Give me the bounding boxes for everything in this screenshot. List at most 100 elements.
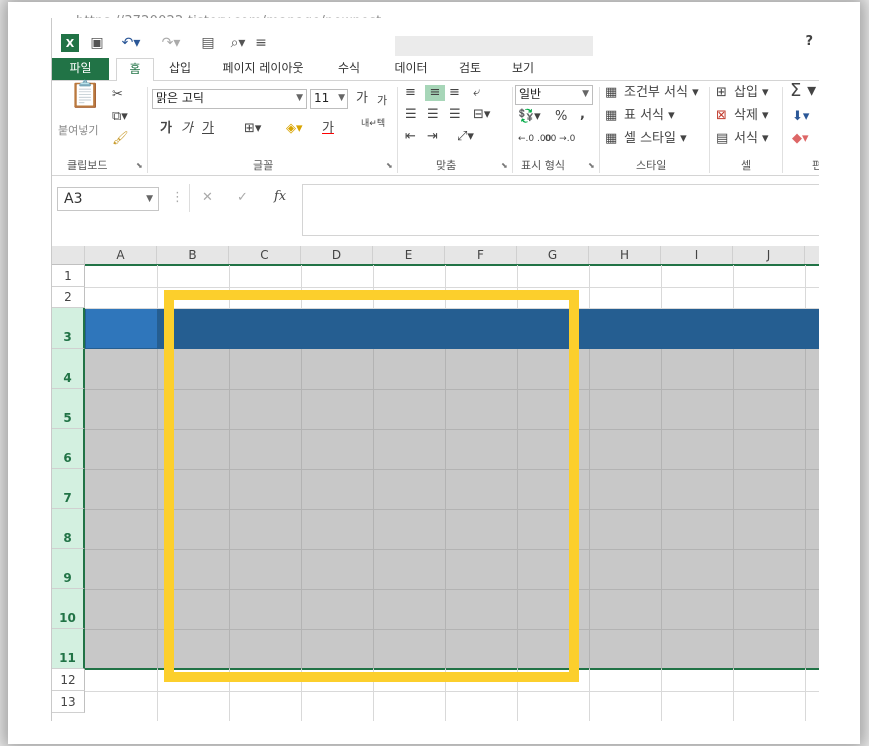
align-bottom-icon[interactable]: ≡ xyxy=(449,85,460,101)
percent-icon[interactable]: % xyxy=(555,109,567,125)
undo-icon[interactable]: ↶▾ xyxy=(118,34,144,52)
grid-line xyxy=(85,509,819,510)
help-button[interactable]: ? xyxy=(805,34,813,49)
format-cells-button[interactable]: 서식 ▾ xyxy=(734,131,769,147)
row-header-6[interactable]: 6 xyxy=(52,429,85,469)
insert-cells-button[interactable]: 삽입 ▾ xyxy=(734,85,769,101)
column-header-a[interactable]: A xyxy=(85,246,157,265)
tab-file[interactable]: 파일 xyxy=(52,58,109,80)
select-all-corner[interactable] xyxy=(52,246,85,265)
align-left-icon[interactable]: ☰ xyxy=(405,107,417,123)
row-header-3[interactable]: 3 xyxy=(52,308,85,349)
tab-home[interactable]: 홈 xyxy=(116,58,154,82)
tab-review[interactable]: 검토 xyxy=(453,58,487,80)
paste-button[interactable]: 붙여넣기 xyxy=(58,123,98,139)
font-launcher-icon[interactable]: ⬊ xyxy=(386,161,393,170)
grow-font-icon[interactable]: 가 xyxy=(356,91,368,107)
column-header-f[interactable]: F xyxy=(445,246,517,265)
column-header-b[interactable]: B xyxy=(157,246,229,265)
row-header-4[interactable]: 4 xyxy=(52,349,85,389)
column-header-h[interactable]: H xyxy=(589,246,661,265)
italic-icon[interactable]: 가 xyxy=(181,121,193,137)
merge-center-icon[interactable]: ⊟▾ xyxy=(473,107,490,123)
comma-icon[interactable]: , xyxy=(580,107,585,123)
name-box[interactable]: A3 ▼ xyxy=(57,187,159,211)
increase-indent-icon[interactable]: ⇥ xyxy=(427,129,438,145)
fill-icon[interactable]: ⬇▾ xyxy=(792,109,809,125)
column-header-e[interactable]: E xyxy=(373,246,445,265)
header-row-fill[interactable] xyxy=(85,308,819,349)
tab-insert[interactable]: 삽입 xyxy=(163,58,197,80)
row-header-11[interactable]: 11 xyxy=(52,629,85,669)
paste-icon[interactable]: 📋 xyxy=(69,82,101,108)
column-header-j[interactable]: J xyxy=(733,246,805,265)
copy-icon[interactable]: ⧉▾ xyxy=(112,109,128,125)
number-launcher-icon[interactable]: ⬊ xyxy=(588,161,595,170)
cell-style-button[interactable]: 셀 스타일 ▾ xyxy=(624,131,687,147)
insert-cells-icon[interactable]: ⊞ xyxy=(716,85,727,101)
conditional-format-icon[interactable]: ▦ xyxy=(605,85,617,101)
number-format-box[interactable]: 일반 ▼ xyxy=(515,85,593,105)
clear-icon[interactable]: ◆▾ xyxy=(792,131,809,147)
accounting-format-icon[interactable]: 💱▾ xyxy=(518,109,541,125)
decrease-decimal-icon[interactable]: .00 →.0 xyxy=(542,131,575,147)
orientation-icon[interactable]: ⤢▾ xyxy=(457,129,474,145)
font-size-box[interactable]: 11 ▼ xyxy=(310,89,348,109)
font-name-box[interactable]: 맑은 고딕 ▼ xyxy=(152,89,307,109)
column-header-g[interactable]: G xyxy=(517,246,589,265)
redo-icon[interactable]: ↷▾ xyxy=(158,34,184,52)
borders-icon[interactable]: ⊞▾ xyxy=(244,121,261,137)
cell-style-icon[interactable]: ▦ xyxy=(605,131,617,147)
customize-qa-icon[interactable]: ≡ xyxy=(255,34,267,52)
row-header-10[interactable]: 10 xyxy=(52,589,85,629)
format-cells-icon[interactable]: ▤ xyxy=(716,131,728,147)
active-cell-a3[interactable] xyxy=(86,309,157,348)
tab-data[interactable]: 데이터 xyxy=(388,58,434,80)
cut-icon[interactable]: ✂ xyxy=(112,87,123,103)
decrease-indent-icon[interactable]: ⇤ xyxy=(405,129,416,145)
row-header-7[interactable]: 7 xyxy=(52,469,85,509)
wrap-text-icon[interactable]: ⤶ xyxy=(473,85,480,101)
row-header-2[interactable]: 2 xyxy=(52,287,85,308)
row-header-12[interactable]: 12 xyxy=(52,669,85,691)
conditional-format-button[interactable]: 조건부 서식 ▾ xyxy=(624,85,699,101)
tab-page-layout[interactable]: 페이지 레이아웃 xyxy=(215,58,311,80)
table-format-button[interactable]: 표 서식 ▾ xyxy=(624,108,675,124)
row-header-13[interactable]: 13 xyxy=(52,691,85,713)
clipboard-launcher-icon[interactable]: ⬊ xyxy=(136,161,143,170)
insert-function-icon[interactable]: fx xyxy=(274,189,286,205)
row-header-1[interactable]: 1 xyxy=(52,265,85,287)
column-header-c[interactable]: C xyxy=(229,246,301,265)
camera-icon[interactable]: ▤ xyxy=(199,34,217,52)
tab-formulas[interactable]: 수식 xyxy=(332,58,366,80)
tab-view[interactable]: 보기 xyxy=(506,58,540,80)
row-header-5[interactable]: 5 xyxy=(52,389,85,429)
row-header-9[interactable]: 9 xyxy=(52,549,85,589)
underline-icon[interactable]: 가 xyxy=(202,121,214,137)
formula-input[interactable] xyxy=(302,184,819,236)
align-middle-icon[interactable]: ≡ xyxy=(425,85,445,101)
enter-icon[interactable]: ✓ xyxy=(237,190,248,206)
phonetic-icon[interactable]: 내↵텍 xyxy=(361,119,385,129)
fill-color-icon[interactable]: ◈▾ xyxy=(286,121,303,137)
bold-icon[interactable]: 가 xyxy=(160,121,172,137)
row-header-8[interactable]: 8 xyxy=(52,509,85,549)
autosum-icon[interactable]: Σ ▾ xyxy=(790,82,816,100)
column-header-k[interactable] xyxy=(805,246,819,265)
grid-line xyxy=(229,349,230,669)
format-painter-icon[interactable]: 🖌 xyxy=(112,131,129,147)
column-header-d[interactable]: D xyxy=(301,246,373,265)
table-format-icon[interactable]: ▦ xyxy=(605,108,617,124)
delete-cells-icon[interactable]: ⊠ xyxy=(716,108,727,124)
align-right-icon[interactable]: ☰ xyxy=(449,107,461,123)
print-preview-icon[interactable]: ⌕▾ xyxy=(227,34,249,52)
font-color-icon[interactable]: 가 xyxy=(322,121,334,137)
save-icon[interactable]: ▣ xyxy=(89,34,105,52)
alignment-launcher-icon[interactable]: ⬊ xyxy=(501,161,508,170)
cancel-icon[interactable]: ✕ xyxy=(202,190,213,206)
align-top-icon[interactable]: ≡ xyxy=(405,85,416,101)
align-center-icon[interactable]: ☰ xyxy=(427,107,439,123)
column-header-i[interactable]: I xyxy=(661,246,733,265)
delete-cells-button[interactable]: 삭제 ▾ xyxy=(734,108,769,124)
shrink-font-icon[interactable]: 가 xyxy=(377,93,387,109)
